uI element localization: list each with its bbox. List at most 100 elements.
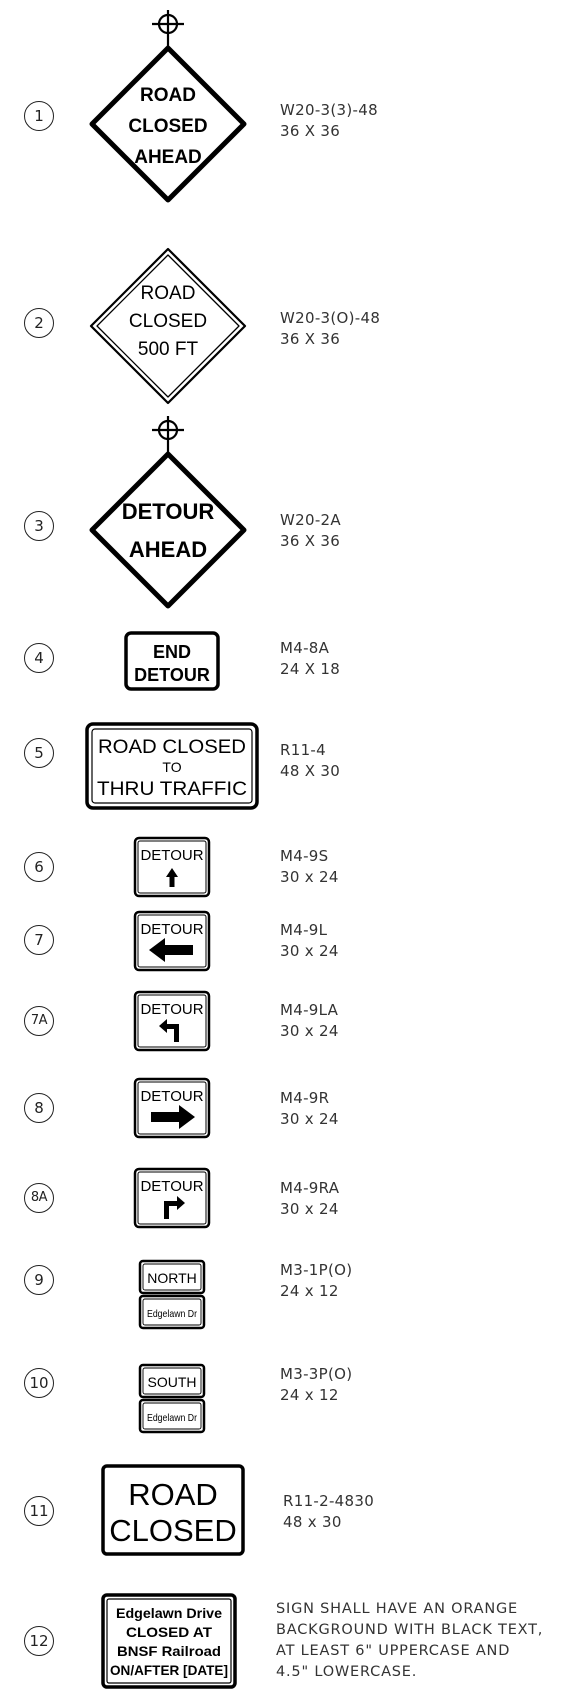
callout-number: 11 <box>24 1496 54 1526</box>
sign-line: ROAD CLOSED <box>98 737 246 758</box>
sign-size: 30 x 24 <box>280 942 339 960</box>
sign-line: ON/AFTER [DATE] <box>110 1662 228 1678</box>
sign-code: M3-3P(O) <box>280 1365 353 1383</box>
sign-line: CLOSED <box>129 311 207 332</box>
note-line: AT LEAST 6" UPPERCASE AND <box>276 1643 511 1659</box>
note-line: 4.5" LOWERCASE. <box>276 1664 418 1680</box>
callout-number: 9 <box>24 1265 54 1295</box>
sign-label: W20-2A 36 X 36 <box>280 510 341 552</box>
callout-number: 7 <box>24 925 54 955</box>
sign-line: Edgelawn Dr <box>147 1412 197 1424</box>
sign-size: 24 x 12 <box>280 1282 339 1300</box>
sign-w20-2a-diamond: DETOUR AHEAD <box>89 416 247 609</box>
sign-size: 36 X 36 <box>280 330 341 348</box>
callout-number: 12 <box>24 1626 54 1656</box>
callout-number: 6 <box>24 852 54 882</box>
sign-label: M3-3P(O) 24 x 12 <box>280 1364 352 1406</box>
sign-label: M3-1P(O) 24 x 12 <box>280 1260 352 1302</box>
sign-note: SIGN SHALL HAVE AN ORANGE BACKGROUND WIT… <box>276 1599 576 1683</box>
callout-number: 4 <box>24 643 54 673</box>
callout-number: 8A <box>24 1183 54 1213</box>
sign-w20-3-3-diamond: ROAD CLOSED AHEAD <box>89 10 247 203</box>
sign-code: R11-2-4830 <box>283 1492 375 1510</box>
sign-label: M4-9RA 30 x 24 <box>280 1178 339 1220</box>
sign-code: M4-9S <box>280 847 329 865</box>
sign-line: Edgelawn Drive <box>116 1605 222 1621</box>
sign-label: R11-2-4830 48 x 30 <box>283 1491 374 1533</box>
sign-label: M4-9R 30 x 24 <box>280 1088 339 1130</box>
sign-size: 48 X 30 <box>280 762 341 780</box>
mount-symbol-icon <box>152 10 184 48</box>
sign-line: DETOUR <box>140 847 203 864</box>
sign-m3-3p-o: SOUTH Edgelawn Dr <box>138 1363 206 1434</box>
callout-number: 7A <box>24 1006 54 1036</box>
sign-size: 24 X 18 <box>280 660 341 678</box>
sign-line: DETOUR <box>140 1001 203 1018</box>
sign-r11-4-rect: ROAD CLOSED TO THRU TRAFFIC <box>85 722 259 810</box>
sign-line: END <box>153 642 191 662</box>
callout-number: 2 <box>24 308 54 338</box>
sign-m4-9la-rect: DETOUR <box>133 990 211 1052</box>
callout-number: 1 <box>24 101 54 131</box>
sign-line: NORTH <box>147 1270 197 1286</box>
sign-label: W20-3(O)-48 36 X 36 <box>280 308 380 350</box>
sign-line: 500 FT <box>138 339 199 360</box>
sign-code: M4-9LA <box>280 1001 339 1019</box>
sign-line: ROAD <box>140 85 196 106</box>
sign-code: M4-8A <box>280 639 330 657</box>
sign-size: 30 x 24 <box>280 1022 339 1040</box>
sign-line: DETOUR <box>134 665 210 685</box>
note-line: SIGN SHALL HAVE AN ORANGE <box>276 1601 518 1617</box>
sign-line: TO <box>162 759 181 775</box>
sign-code: W20-3(3)-48 <box>280 101 378 119</box>
mount-symbol-icon <box>152 416 184 454</box>
sign-size: 48 x 30 <box>283 1513 342 1531</box>
sign-line: CLOSED <box>109 1513 236 1548</box>
sign-code: W20-3(O)-48 <box>280 309 381 327</box>
sign-line: AHEAD <box>134 147 202 168</box>
sign-m3-1p-o: NORTH Edgelawn Dr <box>138 1259 206 1330</box>
sign-code: M4-9L <box>280 921 328 939</box>
sign-m4-9s-rect: DETOUR <box>133 836 211 898</box>
sign-m4-9l-rect: DETOUR <box>133 910 211 972</box>
callout-number: 8 <box>24 1093 54 1123</box>
sign-m4-9r-rect: DETOUR <box>133 1077 211 1139</box>
callout-number: 10 <box>24 1368 54 1398</box>
sign-size: 36 X 36 <box>280 532 341 550</box>
sign-line: DETOUR <box>140 921 203 938</box>
sign-size: 24 x 12 <box>280 1386 339 1404</box>
callout-number: 3 <box>24 511 54 541</box>
sign-label: W20-3(3)-48 36 X 36 <box>280 100 378 142</box>
sign-line: BNSF Railroad <box>117 1643 221 1659</box>
sign-custom-closure-rect: Edgelawn Drive CLOSED AT BNSF Railroad O… <box>101 1593 237 1689</box>
sign-label: M4-9LA 30 x 24 <box>280 1000 339 1042</box>
sign-w20-3-o-diamond: ROAD CLOSED 500 FT <box>89 247 247 405</box>
sign-line: CLOSED <box>128 116 207 137</box>
sign-m4-8a-rect: END DETOUR <box>124 631 220 691</box>
callout-number: 5 <box>24 738 54 768</box>
sign-line: ROAD <box>141 283 196 304</box>
sign-label: M4-8A 24 X 18 <box>280 638 340 680</box>
sign-code: M4-9R <box>280 1089 330 1107</box>
sign-code: W20-2A <box>280 511 341 529</box>
sign-line: Edgelawn Dr <box>147 1308 197 1320</box>
sign-line: THRU TRAFFIC <box>97 779 247 800</box>
sign-line: DETOUR <box>140 1088 203 1105</box>
sign-m4-9ra-rect: DETOUR <box>133 1167 211 1229</box>
sign-line: AHEAD <box>129 537 207 562</box>
sign-code: R11-4 <box>280 741 326 759</box>
sign-size: 30 x 24 <box>280 1200 339 1218</box>
sign-label: R11-4 48 X 30 <box>280 740 340 782</box>
sign-code: M4-9RA <box>280 1179 340 1197</box>
sign-label: M4-9L 30 x 24 <box>280 920 339 962</box>
sign-line: ROAD <box>128 1477 218 1512</box>
sign-line: SOUTH <box>148 1374 197 1390</box>
sign-line: CLOSED AT <box>126 1624 212 1640</box>
sign-label: M4-9S 30 x 24 <box>280 846 339 888</box>
sign-r11-2-rect: ROAD CLOSED <box>101 1464 245 1556</box>
sign-size: 36 X 36 <box>280 122 341 140</box>
sign-line: DETOUR <box>122 499 215 524</box>
note-line: BACKGROUND WITH BLACK TEXT, <box>276 1622 544 1638</box>
sign-size: 30 x 24 <box>280 1110 339 1128</box>
sign-line: DETOUR <box>140 1178 203 1195</box>
